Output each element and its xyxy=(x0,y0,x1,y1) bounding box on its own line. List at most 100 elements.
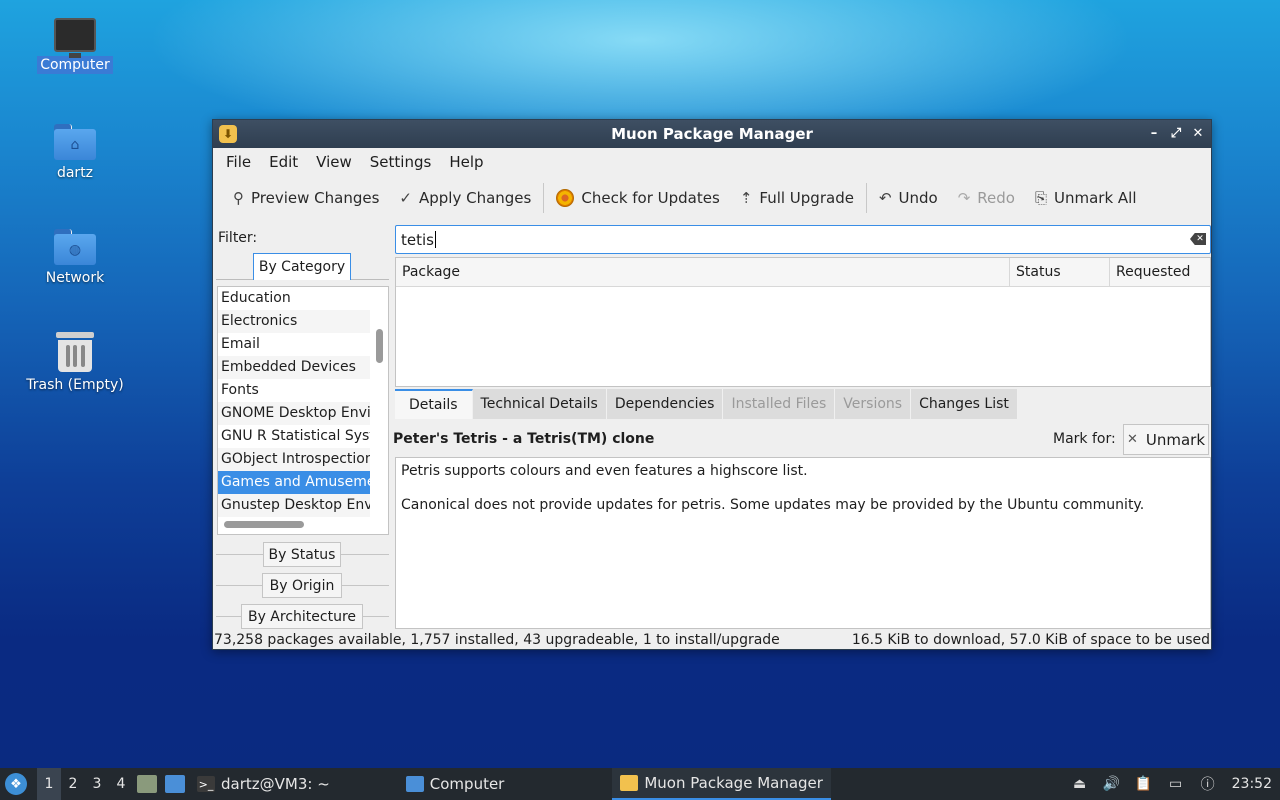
check-icon: ✓ xyxy=(399,189,412,207)
window-titlebar[interactable]: ⬇ Muon Package Manager – ⤢ ✕ xyxy=(213,120,1211,148)
vertical-scrollbar[interactable] xyxy=(376,329,383,363)
category-item[interactable]: GNU R Statistical Syst xyxy=(218,425,370,448)
preview-changes-button[interactable]: ⚲ Preview Changes xyxy=(223,183,389,213)
by-architecture-button[interactable]: By Architecture xyxy=(241,604,363,629)
clear-search-icon[interactable]: ✕ xyxy=(1190,233,1206,245)
category-item[interactable]: Education xyxy=(218,287,370,310)
workspace-3[interactable]: 3 xyxy=(85,768,109,800)
update-notifier-icon[interactable]: ⓘ xyxy=(1198,775,1218,793)
desktop-icon-home[interactable]: ⌂ dartz xyxy=(20,124,130,182)
category-item[interactable]: GObject Introspection xyxy=(218,448,370,471)
package-table: Package Status Requested xyxy=(395,257,1211,387)
toolbar: ⚲ Preview Changes ✓ Apply Changes Check … xyxy=(213,176,1211,220)
show-desktop-icon[interactable] xyxy=(165,775,185,793)
undo-button[interactable]: ↶ Undo xyxy=(869,183,948,213)
taskbar: ❖ 1 2 3 4 >_ dartz@VM3: ~ Computer Muon … xyxy=(0,768,1280,800)
task-terminal[interactable]: >_ dartz@VM3: ~ xyxy=(189,768,338,800)
tab-technical-details[interactable]: Technical Details xyxy=(472,389,607,419)
search-input-value: tetis xyxy=(401,230,434,249)
undo-icon: ↶ xyxy=(878,189,892,207)
workspace-1[interactable]: 1 xyxy=(37,768,61,800)
desktop-icon-label: Network xyxy=(45,270,105,286)
unmark-button[interactable]: ✕ Unmark xyxy=(1123,424,1209,455)
package-title: Peter's Tetris - a Tetris(TM) clone xyxy=(393,431,655,447)
category-item[interactable]: Electronics xyxy=(218,310,370,333)
check-updates-button[interactable]: Check for Updates xyxy=(546,183,729,213)
apply-changes-button[interactable]: ✓ Apply Changes xyxy=(389,183,541,213)
filter-label: Filter: xyxy=(218,230,258,246)
menu-edit[interactable]: Edit xyxy=(260,153,307,171)
statusbar: 73,258 packages available, 1,757 install… xyxy=(213,630,1211,650)
desktop-icon-computer[interactable]: Computer xyxy=(20,18,130,74)
task-label: Computer xyxy=(429,775,505,793)
workspace-2[interactable]: 2 xyxy=(61,768,85,800)
task-label: dartz@VM3: ~ xyxy=(221,775,330,793)
unmark-all-icon: ⎘ xyxy=(1034,189,1047,207)
network-icon[interactable]: ▭ xyxy=(1166,775,1186,793)
maximize-icon[interactable]: ⤢ xyxy=(1169,124,1183,142)
tab-versions[interactable]: Versions xyxy=(835,389,912,419)
details-tabs: Details Technical Details Dependencies I… xyxy=(395,389,1018,419)
unmark-all-label: Unmark All xyxy=(1054,189,1137,207)
unmark-all-button[interactable]: ⎘ Unmark All xyxy=(1025,183,1147,213)
tab-installed-files[interactable]: Installed Files xyxy=(723,389,836,419)
full-upgrade-button[interactable]: ⇡ Full Upgrade xyxy=(730,183,864,213)
network-folder-icon: ◍ xyxy=(54,229,96,265)
search-icon: ⚲ xyxy=(233,189,244,207)
minimize-icon[interactable]: – xyxy=(1147,124,1161,142)
full-upgrade-label: Full Upgrade xyxy=(759,189,854,207)
volume-icon[interactable]: 🔊 xyxy=(1102,775,1122,793)
close-icon[interactable]: ✕ xyxy=(1191,124,1205,142)
clock[interactable]: 23:52 xyxy=(1232,776,1272,792)
upgrade-icon: ⇡ xyxy=(739,189,753,207)
tab-details[interactable]: Details xyxy=(395,389,473,419)
undo-label: Undo xyxy=(898,189,938,207)
column-requested[interactable]: Requested xyxy=(1110,258,1210,286)
tab-dependencies[interactable]: Dependencies xyxy=(606,389,724,419)
menu-settings[interactable]: Settings xyxy=(361,153,441,171)
menu-help[interactable]: Help xyxy=(440,153,492,171)
column-package[interactable]: Package xyxy=(396,258,1010,286)
task-muon[interactable]: Muon Package Manager xyxy=(612,768,831,800)
redo-icon: ↷ xyxy=(957,189,971,207)
by-category-tab[interactable]: By Category xyxy=(253,253,351,280)
desktop-icon-label: Trash (Empty) xyxy=(26,377,124,393)
category-item[interactable]: Embedded Devices xyxy=(218,356,370,379)
redo-button[interactable]: ↷ Redo xyxy=(948,183,1025,213)
mark-for-label: Mark for: xyxy=(1053,431,1116,447)
by-status-button[interactable]: By Status xyxy=(263,542,341,567)
category-item[interactable]: Gnustep Desktop Envi xyxy=(218,494,370,517)
horizontal-scrollbar[interactable] xyxy=(224,521,304,528)
category-item-selected[interactable]: Games and Amuseme xyxy=(218,471,370,494)
refresh-icon xyxy=(556,189,575,207)
redo-label: Redo xyxy=(977,189,1015,207)
column-status[interactable]: Status xyxy=(1010,258,1110,286)
desktop-icon-trash[interactable]: Trash (Empty) xyxy=(20,332,130,394)
category-item[interactable]: Fonts xyxy=(218,379,370,402)
by-origin-button[interactable]: By Origin xyxy=(262,573,342,598)
category-list: Education Electronics Email Embedded Dev… xyxy=(217,286,389,535)
workspace-4[interactable]: 4 xyxy=(109,768,133,800)
eject-icon[interactable]: ⏏ xyxy=(1070,775,1090,793)
package-table-header: Package Status Requested xyxy=(396,258,1210,287)
task-computer[interactable]: Computer xyxy=(398,768,513,800)
tab-changes-list[interactable]: Changes List xyxy=(911,389,1018,419)
home-folder-icon: ⌂ xyxy=(54,124,96,160)
terminal-icon: >_ xyxy=(197,776,215,792)
category-item[interactable]: Email xyxy=(218,333,370,356)
menu-view[interactable]: View xyxy=(307,153,361,171)
apply-changes-label: Apply Changes xyxy=(418,189,532,207)
toolbar-separator xyxy=(543,183,545,213)
description-text: Petris supports colours and even feature… xyxy=(401,463,808,479)
status-right: 16.5 KiB to download, 57.0 KiB of space … xyxy=(851,632,1210,648)
menu-file[interactable]: File xyxy=(217,153,260,171)
clipboard-icon[interactable]: 📋 xyxy=(1134,775,1154,793)
start-menu-icon[interactable]: ❖ xyxy=(5,773,27,795)
category-item[interactable]: GNOME Desktop Envi xyxy=(218,402,370,425)
desktop-icon-label: dartz xyxy=(56,165,94,181)
desktop-icon-network[interactable]: ◍ Network xyxy=(20,229,130,287)
menubar: File Edit View Settings Help xyxy=(213,148,1211,176)
file-manager-launcher-icon[interactable] xyxy=(137,775,157,793)
package-description: Petris supports colours and even feature… xyxy=(395,457,1211,629)
search-input[interactable]: tetis ✕ xyxy=(395,225,1211,254)
